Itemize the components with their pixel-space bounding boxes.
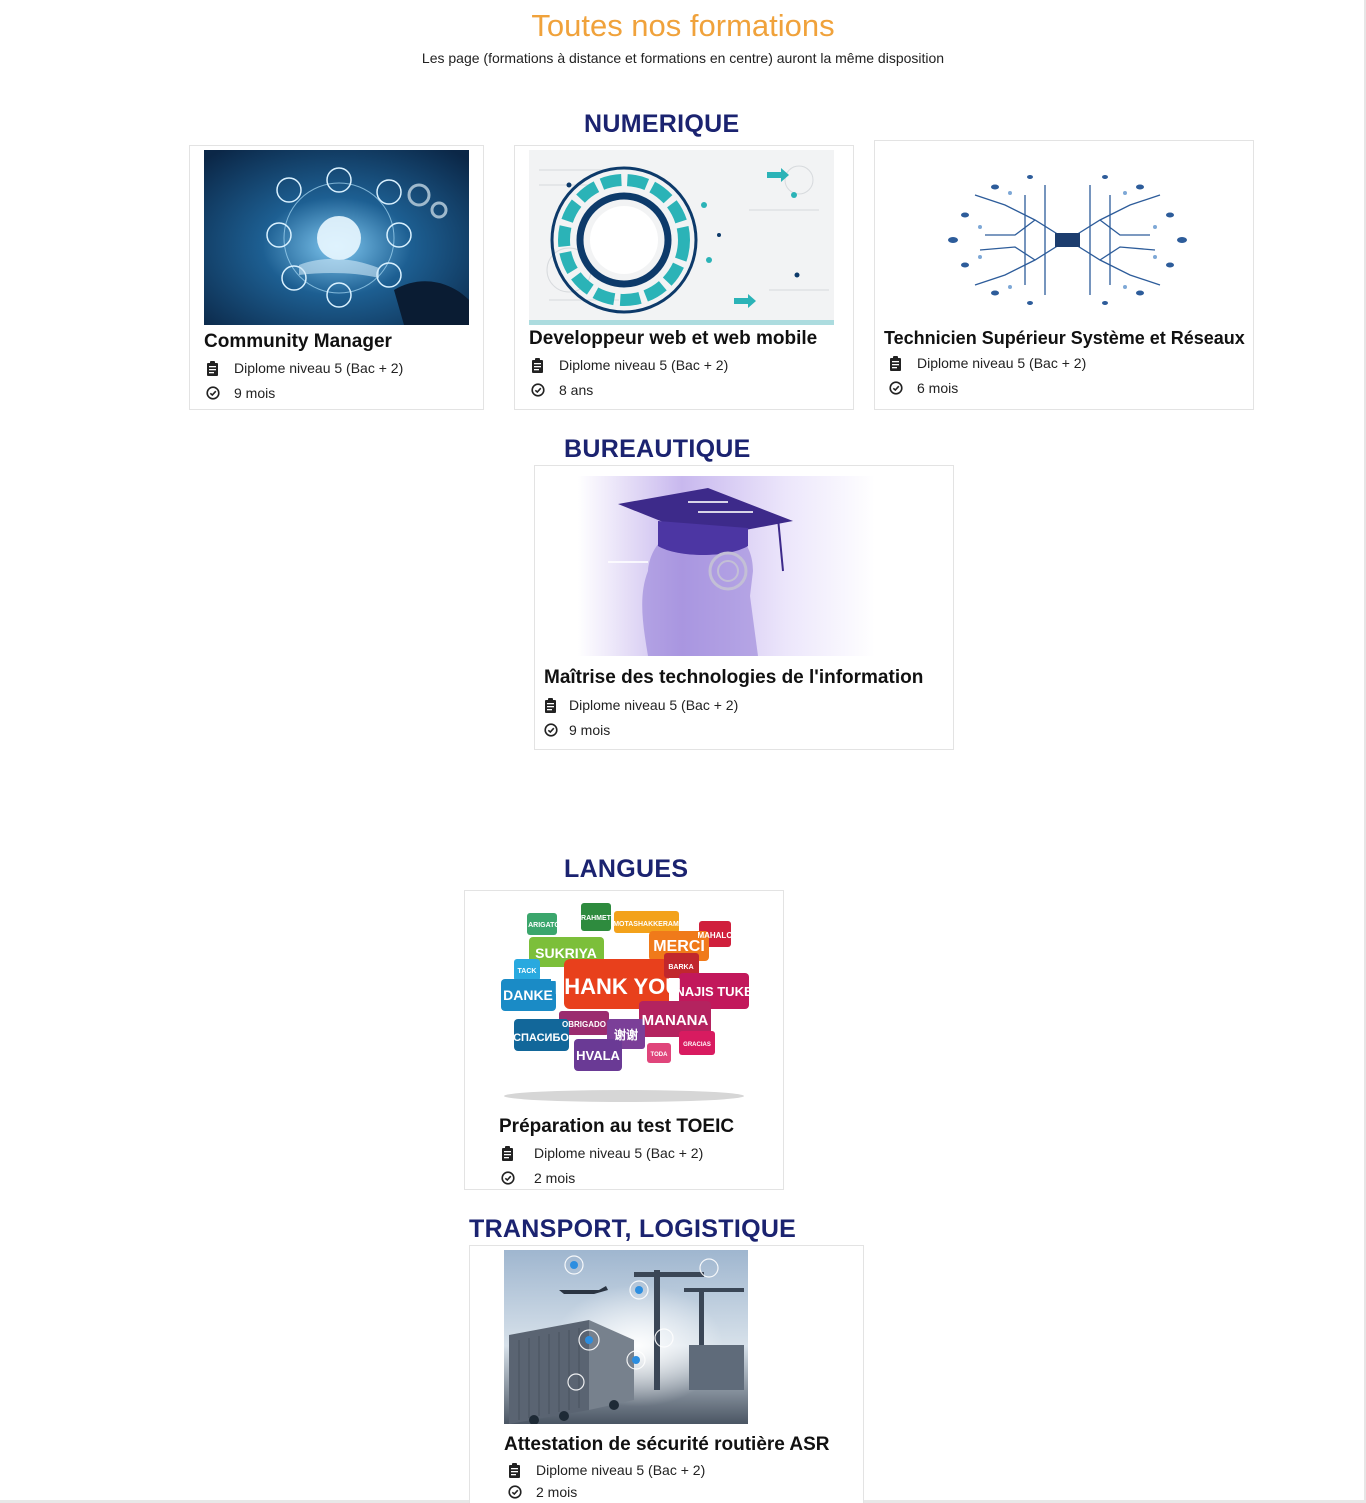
svg-text:ARIGATÓ: ARIGATÓ (528, 920, 560, 929)
course-title: Community Manager (204, 331, 392, 352)
diploma-label: Diplome niveau 5 (Bac + 2) (536, 1462, 706, 1478)
course-diploma: Diplome niveau 5 (Bac + 2) (206, 360, 403, 376)
clock-icon (501, 1171, 534, 1185)
diploma-label: Diplome niveau 5 (Bac + 2) (917, 355, 1087, 371)
course-diploma: Diplome niveau 5 (Bac + 2) (531, 357, 728, 373)
course-image-circuit-brain (935, 165, 1200, 315)
svg-text:RAHMET: RAHMET (581, 915, 612, 922)
clipboard-icon (501, 1145, 534, 1161)
category-heading-transport-logistique: TRANSPORT, LOGISTIQUE (469, 1215, 797, 1243)
svg-text:TODA: TODA (651, 1052, 669, 1058)
course-card-community-manager[interactable]: Community Manager Diplome niveau 5 (Bac … (189, 145, 484, 410)
course-diploma: Diplome niveau 5 (Bac + 2) (889, 355, 1086, 371)
duration-label: 9 mois (234, 385, 276, 401)
duration-label: 2 mois (536, 1484, 578, 1500)
course-title: Préparation au test TOEIC (499, 1116, 735, 1137)
svg-text:MANANA: MANANA (642, 1012, 709, 1029)
svg-text:MOTASHAKKERAM: MOTASHAKKERAM (613, 921, 679, 928)
page-title: Toutes nos formations (531, 8, 835, 43)
course-duration: 8 ans (531, 382, 593, 398)
course-diploma: Diplome niveau 5 (Bac + 2) (544, 697, 738, 713)
course-duration: 6 mois (889, 380, 958, 396)
course-image-tech-circle (529, 150, 834, 325)
category-heading-langues: LANGUES (564, 855, 689, 883)
course-card-maitrise-technologies[interactable]: Maîtrise des technologies de l'informati… (534, 465, 954, 750)
course-duration: 9 mois (206, 385, 275, 401)
svg-text:NAJIS TUKE: NAJIS TUKE (675, 984, 753, 999)
course-image-cloud-hand (204, 150, 469, 325)
course-image-graduate-head (578, 476, 875, 656)
course-diploma: Diplome niveau 5 (Bac + 2) (508, 1462, 705, 1478)
course-image-thank-you-bubbles: ARIGATÓ RAHMET SUKRIYA MOTASHAKKERAM TAK… (499, 901, 754, 1106)
clipboard-icon (508, 1462, 536, 1478)
svg-text:THANK YOU: THANK YOU (551, 974, 681, 999)
clock-icon (531, 383, 559, 397)
diploma-label: Diplome niveau 5 (Bac + 2) (569, 697, 739, 713)
svg-text:GRACIAS: GRACIAS (683, 1042, 711, 1048)
clipboard-icon (544, 697, 569, 713)
svg-text:MERCI: MERCI (653, 938, 705, 955)
svg-text:TAK: TAK (624, 934, 638, 941)
svg-text:OBRIGADO: OBRIGADO (562, 1020, 606, 1029)
duration-label: 2 mois (534, 1170, 576, 1186)
category-heading-bureautique: BUREAUTIQUE (564, 435, 751, 463)
course-duration: 2 mois (501, 1170, 575, 1186)
duration-label: 6 mois (917, 380, 959, 396)
course-title: Maîtrise des technologies de l'informati… (544, 667, 924, 688)
course-title: Attestation de sécurité routière ASR (504, 1434, 830, 1455)
course-duration: 9 mois (544, 722, 610, 738)
svg-text:BARKA: BARKA (668, 964, 693, 971)
clock-icon (206, 386, 234, 400)
svg-text:СПАСИБО: СПАСИБО (513, 1032, 569, 1044)
duration-label: 8 ans (559, 382, 594, 398)
svg-text:DANKE: DANKE (503, 987, 553, 1003)
diploma-label: Diplome niveau 5 (Bac + 2) (534, 1145, 704, 1161)
course-card-technicien-systeme-reseaux[interactable]: Technicien Supérieur Système et Réseaux … (874, 140, 1254, 410)
course-diploma: Diplome niveau 5 (Bac + 2) (501, 1145, 703, 1161)
clock-icon (889, 381, 917, 395)
diploma-label: Diplome niveau 5 (Bac + 2) (559, 357, 729, 373)
page-subtitle: Les page (formations à distance et forma… (421, 50, 945, 66)
course-card-asr[interactable]: Attestation de sécurité routière ASR Dip… (469, 1245, 864, 1503)
category-heading-numerique: NUMERIQUE (584, 110, 740, 138)
duration-label: 9 mois (569, 722, 611, 738)
course-duration: 2 mois (508, 1484, 577, 1500)
svg-text:SUKRIYA: SUKRIYA (535, 945, 597, 961)
clipboard-icon (206, 360, 234, 376)
diploma-label: Diplome niveau 5 (Bac + 2) (234, 360, 404, 376)
clipboard-icon (889, 355, 917, 371)
course-image-logistics-port (504, 1250, 748, 1424)
svg-text:TACK: TACK (518, 968, 537, 975)
clipboard-icon (531, 357, 559, 373)
course-title: Technicien Supérieur Système et Réseaux (884, 328, 1245, 348)
course-title: Developpeur web et web mobile (529, 328, 818, 349)
clock-icon (544, 723, 569, 737)
course-card-developpeur-web[interactable]: Developpeur web et web mobile Diplome ni… (514, 145, 854, 410)
clock-icon (508, 1485, 536, 1499)
svg-text:谢谢: 谢谢 (614, 1027, 638, 1042)
course-card-toeic[interactable]: ARIGATÓ RAHMET SUKRIYA MOTASHAKKERAM TAK… (464, 890, 784, 1190)
svg-text:HVALA: HVALA (576, 1048, 620, 1063)
